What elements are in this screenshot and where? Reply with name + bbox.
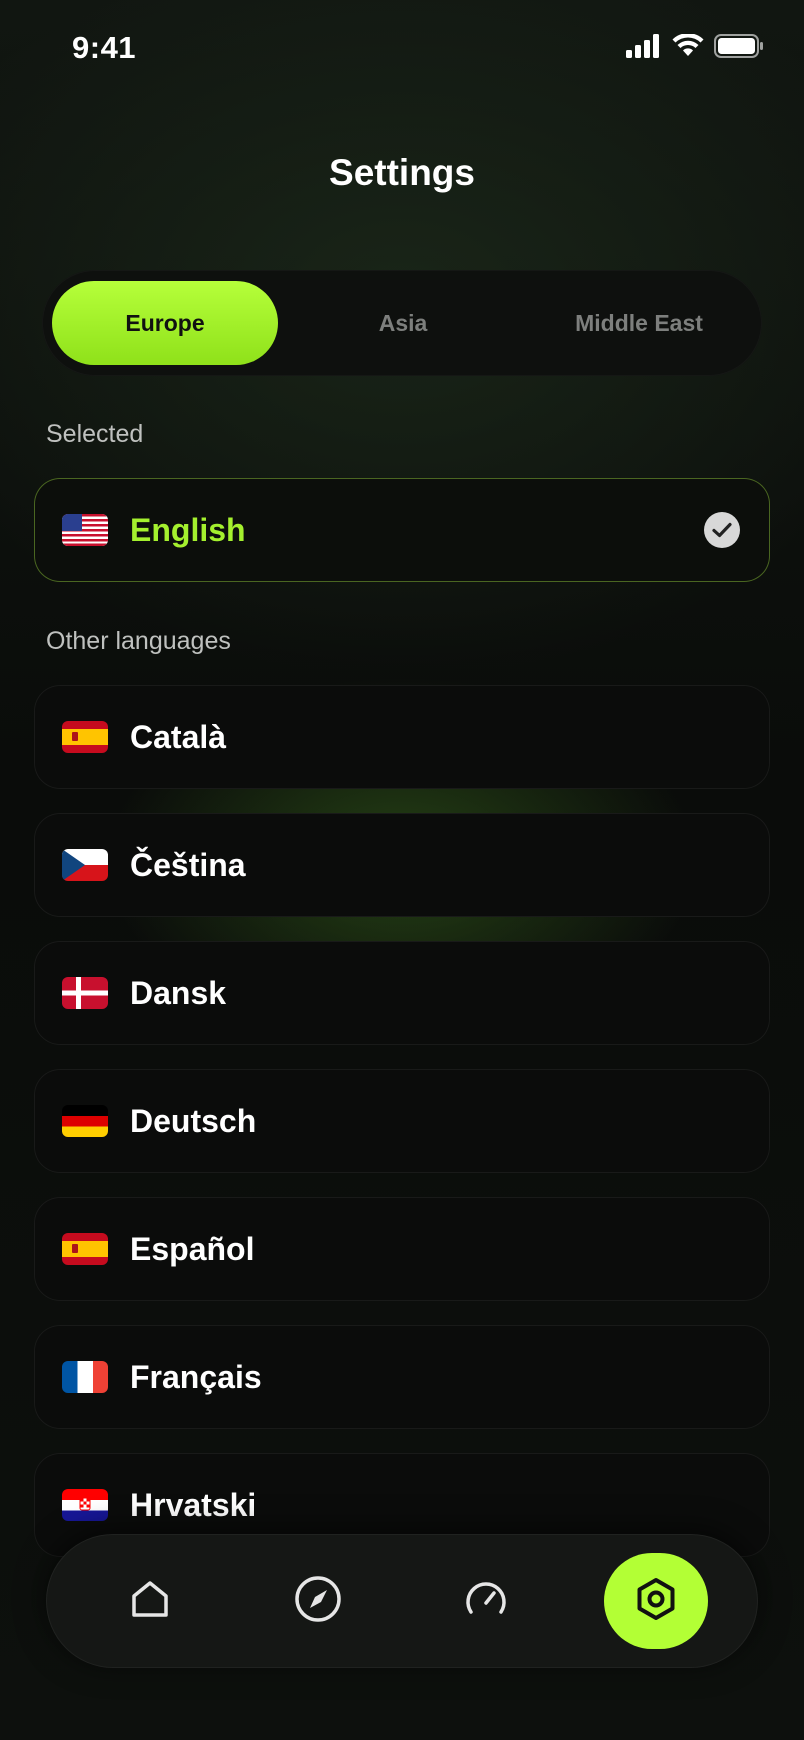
france-flag-icon — [62, 1361, 108, 1393]
language-row-dansk[interactable]: Dansk — [34, 941, 770, 1045]
language-label: Español — [130, 1230, 255, 1267]
language-row-espanol[interactable]: Español — [34, 1197, 770, 1301]
language-label: Deutsch — [130, 1102, 257, 1139]
other-languages-section-label: Other languages — [46, 627, 231, 655]
language-label: English — [130, 511, 246, 548]
tab-navigate[interactable] — [270, 1553, 366, 1649]
tab-speed[interactable] — [438, 1553, 534, 1649]
language-row-catala[interactable]: Català — [34, 685, 770, 789]
status-icons — [626, 33, 764, 63]
settings-hexagon-icon — [633, 1576, 679, 1627]
bottom-tab-bar — [46, 1534, 758, 1668]
language-row-english[interactable]: English — [34, 478, 770, 582]
language-row-cestina[interactable]: Čeština — [34, 813, 770, 917]
language-label: Hrvatski — [130, 1486, 257, 1523]
region-segmented-control: Europe Asia Middle East — [42, 270, 762, 376]
language-row-deutsch[interactable]: Deutsch — [34, 1069, 770, 1173]
tab-home[interactable] — [102, 1553, 198, 1649]
wifi-icon — [672, 33, 704, 63]
page-title: Settings — [329, 152, 475, 193]
denmark-flag-icon — [62, 977, 108, 1009]
language-label: Català — [130, 718, 227, 755]
tab-asia[interactable]: Asia — [290, 281, 516, 365]
tab-europe[interactable]: Europe — [52, 281, 278, 365]
spain-flag-icon — [62, 721, 108, 753]
czech-flag-icon — [62, 849, 108, 881]
us-flag-icon — [62, 514, 108, 546]
compass-icon — [293, 1574, 343, 1629]
language-label: Čeština — [130, 846, 246, 883]
language-label: Français — [130, 1358, 262, 1395]
checkmark-icon — [704, 512, 740, 548]
speedometer-icon — [461, 1574, 511, 1629]
language-row-francais[interactable]: Français — [34, 1325, 770, 1429]
language-label: Dansk — [130, 974, 227, 1011]
tab-settings[interactable] — [604, 1553, 708, 1649]
germany-flag-icon — [62, 1105, 108, 1137]
cellular-signal-icon — [626, 34, 662, 63]
battery-icon — [714, 34, 764, 63]
status-time: 9:41 — [72, 30, 137, 65]
croatia-flag-icon — [62, 1489, 108, 1521]
spain-flag-icon — [62, 1233, 108, 1265]
status-bar: 9:41 — [0, 0, 804, 100]
home-icon — [128, 1577, 172, 1626]
selected-section-label: Selected — [46, 420, 144, 448]
tab-middle-east[interactable]: Middle East — [526, 281, 752, 365]
